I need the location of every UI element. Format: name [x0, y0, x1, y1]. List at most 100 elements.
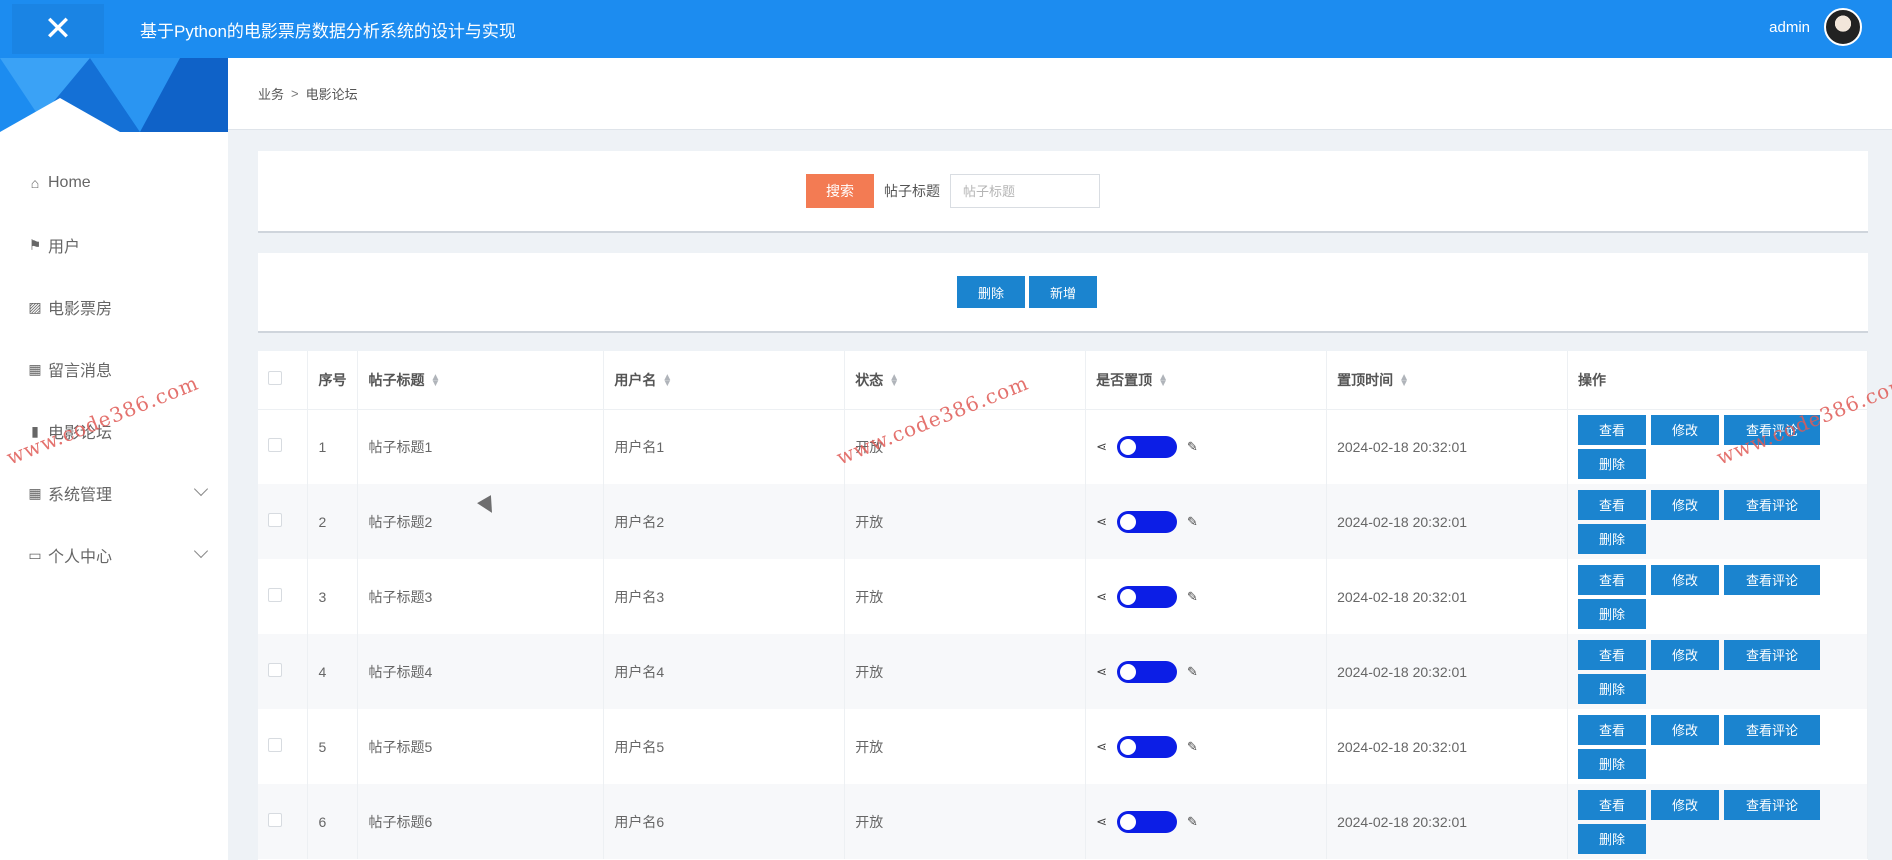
edit-icon[interactable]: ✎ — [1187, 589, 1198, 605]
pin-toggle[interactable] — [1117, 510, 1178, 533]
view-comments-button[interactable]: 查看评论 — [1723, 639, 1820, 670]
pin-toggle[interactable] — [1117, 435, 1178, 458]
view-comments-button[interactable]: 查看评论 — [1723, 489, 1820, 520]
cell-status: 开放 — [844, 559, 1087, 634]
pin-toggle[interactable] — [1117, 735, 1178, 758]
column-header-status[interactable]: 状态 ▲ ▼ — [844, 351, 1087, 410]
delete-button[interactable]: 删除 — [1577, 673, 1646, 704]
edit-button[interactable]: 修改 — [1650, 639, 1719, 670]
row-select-cell[interactable] — [258, 409, 309, 484]
column-header-user[interactable]: 用户名 ▲ ▼ — [603, 351, 846, 410]
user-area[interactable]: admin — [1769, 8, 1862, 46]
user-name[interactable]: admin — [1769, 19, 1810, 36]
action-panel: 删除 新增 — [258, 253, 1868, 333]
delete-button[interactable]: 删除 — [1577, 523, 1646, 554]
table-row: 5 帖子标题5 用户名5 开放 ⋖ ✎ 2024-02-18 20:32:01 查看 修改 查看评… — [258, 709, 1868, 784]
view-button[interactable]: 查看 — [1577, 489, 1646, 520]
share-icon[interactable]: ⋖ — [1096, 739, 1107, 755]
sidebar-item-home[interactable]: ⌂ Home — [0, 152, 228, 214]
sidebar-item-box-office[interactable]: ▨ 电影票房 — [0, 276, 228, 338]
share-icon[interactable]: ⋖ — [1096, 514, 1107, 530]
select-all-header[interactable] — [258, 351, 309, 410]
sort-icon[interactable]: ▲ ▼ — [889, 373, 899, 389]
row-select-cell[interactable] — [258, 784, 309, 859]
delete-button[interactable]: 删除 — [1577, 598, 1646, 629]
cell-pin-time: 2024-02-18 20:32:01 — [1326, 409, 1568, 484]
share-icon[interactable]: ⋖ — [1096, 814, 1107, 830]
chevron-down-icon[interactable] — [193, 481, 209, 497]
sidebar-item-profile[interactable]: ▭ 个人中心 — [0, 524, 228, 586]
sort-icon[interactable]: ▲ ▼ — [430, 373, 440, 389]
close-icon[interactable]: ✕ — [12, 4, 104, 54]
delete-button[interactable]: 删除 — [1577, 823, 1646, 854]
sort-icon[interactable]: ▲ ▼ — [1158, 373, 1168, 389]
cell-title: 帖子标题3 — [357, 559, 605, 634]
search-button[interactable]: 搜索 — [806, 174, 874, 208]
row-checkbox[interactable] — [268, 813, 282, 827]
column-header-pinned[interactable]: 是否置顶 ▲ ▼ — [1085, 351, 1328, 410]
sidebar-item-system[interactable]: ▦ 系统管理 — [0, 462, 228, 524]
row-select-cell[interactable] — [258, 634, 309, 709]
sidebar-item-users[interactable]: ⚑ 用户 — [0, 214, 228, 276]
sort-icon[interactable]: ▲ ▼ — [662, 373, 672, 389]
select-all-checkbox[interactable] — [268, 371, 282, 386]
add-button[interactable]: 新增 — [1029, 276, 1097, 308]
cell-user: 用户名1 — [603, 409, 846, 484]
breadcrumb-separator: > — [291, 86, 299, 101]
row-select-cell[interactable] — [258, 559, 309, 634]
table-row: 2 帖子标题2 用户名2 开放 ⋖ ✎ 2024-02-18 20:32:01 查看 修改 查看评… — [258, 484, 1868, 559]
edit-button[interactable]: 修改 — [1650, 489, 1719, 520]
cell-status: 开放 — [844, 634, 1087, 709]
avatar[interactable] — [1824, 8, 1862, 46]
edit-button[interactable]: 修改 — [1650, 714, 1719, 745]
edit-icon[interactable]: ✎ — [1187, 739, 1198, 755]
pin-toggle[interactable] — [1117, 810, 1178, 833]
sort-icon[interactable]: ▲ ▼ — [1399, 373, 1409, 389]
view-comments-button[interactable]: 查看评论 — [1723, 564, 1820, 595]
row-checkbox[interactable] — [268, 663, 282, 677]
edit-icon[interactable]: ✎ — [1187, 439, 1198, 455]
chevron-down-icon[interactable] — [193, 543, 209, 559]
view-button[interactable]: 查看 — [1577, 714, 1646, 745]
cell-index: 2 — [307, 484, 359, 559]
cell-pinned: ⋖ ✎ — [1085, 484, 1328, 559]
search-input[interactable] — [950, 174, 1100, 208]
row-checkbox[interactable] — [268, 438, 282, 453]
edit-button[interactable]: 修改 — [1650, 564, 1719, 595]
edit-icon[interactable]: ✎ — [1187, 814, 1198, 830]
row-select-cell[interactable] — [258, 484, 309, 559]
sidebar-item-forum[interactable]: ▮ 电影论坛 — [0, 400, 228, 462]
row-checkbox[interactable] — [268, 588, 282, 602]
row-checkbox[interactable] — [268, 513, 282, 527]
share-icon[interactable]: ⋖ — [1096, 439, 1107, 455]
row-select-cell[interactable] — [258, 709, 309, 784]
sidebar: ⌂ Home ⚑ 用户 ▨ 电影票房 ▦ 留言消息 ▮ 电影论坛 ▦ 系统管理 … — [0, 58, 228, 860]
view-comments-button[interactable]: 查看评论 — [1723, 414, 1820, 445]
view-button[interactable]: 查看 — [1577, 789, 1646, 820]
sidebar-item-label: 留言消息 — [48, 363, 113, 380]
pin-toggle[interactable] — [1117, 585, 1178, 608]
bulk-delete-button[interactable]: 删除 — [957, 276, 1025, 308]
share-icon[interactable]: ⋖ — [1096, 589, 1107, 605]
breadcrumb-parent[interactable]: 业务 — [258, 84, 284, 103]
view-button[interactable]: 查看 — [1577, 564, 1646, 595]
edit-button[interactable]: 修改 — [1650, 789, 1719, 820]
delete-button[interactable]: 删除 — [1577, 748, 1646, 779]
share-icon[interactable]: ⋖ — [1096, 664, 1107, 680]
view-button[interactable]: 查看 — [1577, 414, 1646, 445]
edit-icon[interactable]: ✎ — [1187, 664, 1198, 680]
view-comments-button[interactable]: 查看评论 — [1723, 714, 1820, 745]
sidebar-item-messages[interactable]: ▦ 留言消息 — [0, 338, 228, 400]
delete-button[interactable]: 删除 — [1577, 448, 1646, 479]
edit-button[interactable]: 修改 — [1650, 414, 1719, 445]
column-header-label: 置顶时间 — [1337, 371, 1394, 388]
pin-toggle[interactable] — [1117, 660, 1178, 683]
view-button[interactable]: 查看 — [1577, 639, 1646, 670]
edit-icon[interactable]: ✎ — [1187, 514, 1198, 530]
row-checkbox[interactable] — [268, 738, 282, 752]
sidebar-item-label: 用户 — [48, 239, 81, 256]
column-header-pin-time[interactable]: 置顶时间 ▲ ▼ — [1326, 351, 1568, 410]
view-comments-button[interactable]: 查看评论 — [1723, 789, 1820, 820]
cell-actions: 查看 修改 查看评论删除 — [1567, 559, 1868, 634]
column-header-title[interactable]: 帖子标题 ▲ ▼ — [357, 351, 605, 410]
